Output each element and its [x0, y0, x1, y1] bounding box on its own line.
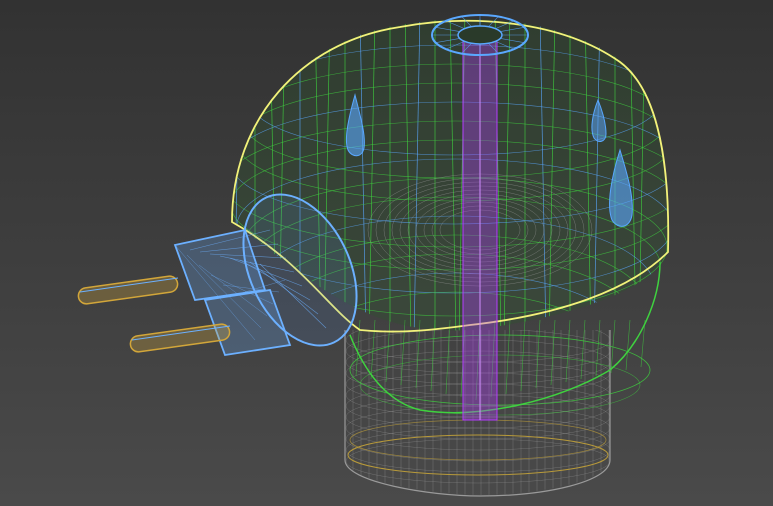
3d-viewport[interactable] [0, 0, 773, 506]
top-cap-ring[interactable] [431, 14, 529, 56]
wireframe-scene[interactable] [0, 0, 773, 506]
center-shaft[interactable] [462, 39, 498, 421]
